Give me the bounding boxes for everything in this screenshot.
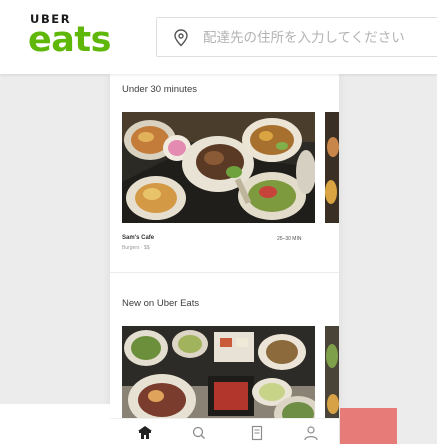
restaurant-card-image[interactable]: [122, 112, 315, 223]
restaurant-eta: 25–30 MIN: [277, 236, 302, 242]
next-restaurant-card-image[interactable]: [325, 112, 339, 223]
page-footer-strip: [0, 404, 110, 444]
food-photo-peek: [325, 112, 339, 223]
restaurant-name[interactable]: Sam's Cafe: [122, 235, 154, 241]
search-icon[interactable]: [190, 425, 208, 441]
uber-eats-logo[interactable]: UBER eats: [28, 12, 128, 60]
logo-eats-text: eats: [28, 20, 111, 60]
top-header: UBER eats: [0, 0, 437, 74]
section-title-new-on-uber-eats: New on Uber Eats: [122, 298, 200, 309]
restaurant-meta: Burgers · $$: [122, 245, 150, 251]
home-icon[interactable]: [136, 425, 154, 441]
address-search-box[interactable]: [156, 17, 437, 57]
location-pin-icon: [174, 29, 188, 47]
food-photo: [122, 112, 315, 223]
address-input[interactable]: [203, 27, 437, 49]
account-icon[interactable]: [302, 425, 320, 441]
orders-icon[interactable]: [248, 425, 266, 441]
promo-color-block: [340, 408, 397, 444]
app-preview-phone: Under 30 minutes Sam's Cafe Burgers · $$…: [110, 74, 339, 444]
section-divider: [110, 272, 339, 273]
section-title-under-30: Under 30 minutes: [122, 84, 197, 95]
bottom-tab-bar: [110, 418, 339, 444]
